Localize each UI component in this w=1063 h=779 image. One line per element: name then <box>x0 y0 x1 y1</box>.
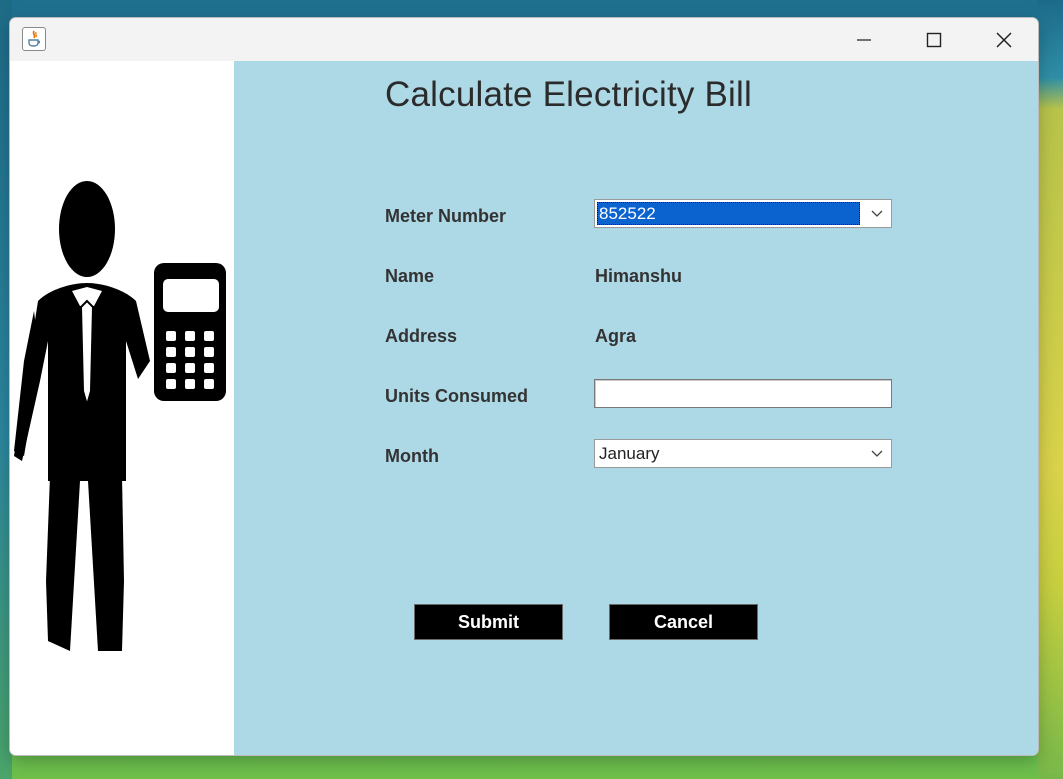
java-icon <box>22 27 46 51</box>
maximize-button[interactable] <box>902 18 966 61</box>
page-title: Calculate Electricity Bill <box>385 75 752 114</box>
title-bar[interactable] <box>10 18 1038 61</box>
man-with-calculator-icon <box>14 181 226 651</box>
month-value: January <box>599 444 660 463</box>
submit-button[interactable]: Submit <box>414 604 563 640</box>
app-window: Calculate Electricity Bill Meter Number … <box>10 18 1038 755</box>
meter-number-select[interactable]: 852522 <box>594 199 892 228</box>
name-label: Name <box>385 266 435 286</box>
address-label: Address <box>385 326 458 346</box>
month-select[interactable]: January <box>594 439 892 468</box>
desktop-background-right <box>1037 0 1063 779</box>
minimize-button[interactable] <box>832 18 896 61</box>
cancel-button[interactable]: Cancel <box>609 604 758 640</box>
name-value: Himanshu <box>595 266 683 286</box>
minimize-icon <box>857 38 871 41</box>
chevron-down-icon[interactable] <box>863 440 891 467</box>
meter-number-label: Meter Number <box>385 206 507 226</box>
bill-form-panel: Calculate Electricity Bill Meter Number … <box>234 61 1038 755</box>
illustration-panel <box>10 61 234 755</box>
window-content: Calculate Electricity Bill Meter Number … <box>10 61 1038 755</box>
close-icon <box>996 31 1012 48</box>
units-consumed-input[interactable] <box>594 379 892 408</box>
address-value: Agra <box>595 326 637 346</box>
month-label: Month <box>385 446 439 466</box>
close-button[interactable] <box>972 18 1036 61</box>
chevron-down-icon[interactable] <box>863 200 891 227</box>
maximize-icon <box>926 32 942 47</box>
meter-number-value: 852522 <box>597 202 860 225</box>
units-consumed-label: Units Consumed <box>385 386 529 406</box>
